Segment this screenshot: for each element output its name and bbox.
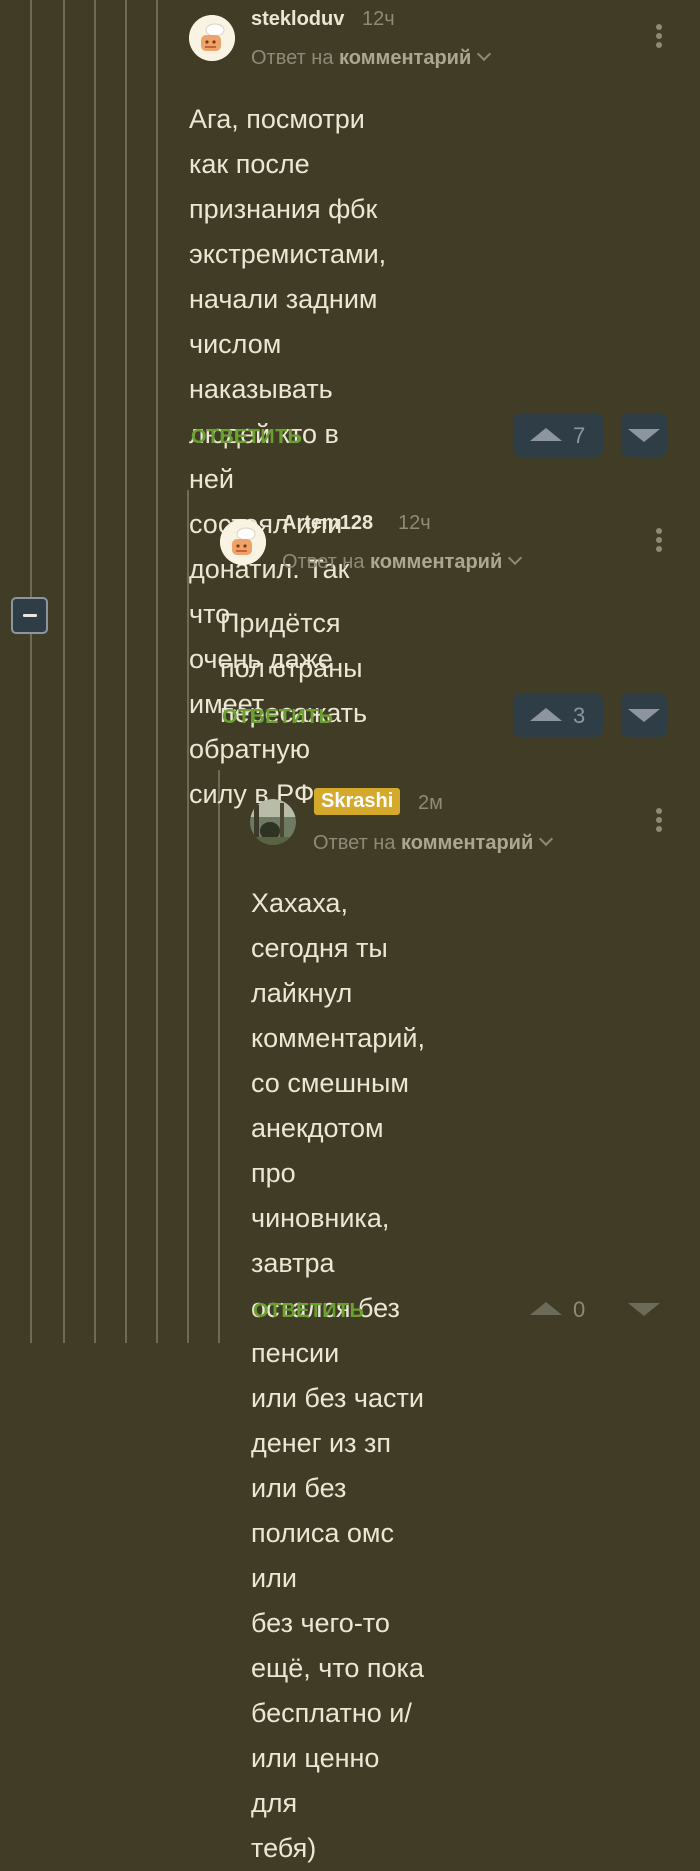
arrow-up-icon <box>530 1302 562 1315</box>
reply-button[interactable]: ОТВЕТИТЬ <box>253 1300 364 1323</box>
more-options-icon[interactable] <box>654 528 664 555</box>
chevron-down-icon[interactable] <box>539 831 554 847</box>
username[interactable]: Skrashi <box>314 788 401 815</box>
comment-text: Хахаха, сегодня ты лайкнул комментарий, … <box>251 888 425 1863</box>
reply-button[interactable]: ОТВЕТИТЬ <box>222 706 333 729</box>
reply-to-target[interactable]: комментарий <box>401 832 533 854</box>
downvote-button[interactable] <box>621 413 667 457</box>
thread-line <box>30 0 32 1343</box>
username[interactable]: Artem128 <box>282 512 373 535</box>
thread-line <box>218 770 220 1343</box>
forest-photo-avatar-icon[interactable] <box>250 799 296 845</box>
thread-line <box>63 0 65 1343</box>
more-options-icon[interactable] <box>654 24 664 51</box>
minus-icon <box>23 614 37 617</box>
downvote-button[interactable] <box>621 1287 667 1331</box>
comment-time: 12ч <box>362 8 395 30</box>
reply-button[interactable]: ОТВЕТИТЬ <box>191 426 302 449</box>
downvote-button[interactable] <box>621 693 667 737</box>
arrow-down-icon <box>628 1303 660 1316</box>
arrow-up-icon <box>530 708 562 721</box>
reply-to-link[interactable]: Ответ на комментарий <box>313 831 554 855</box>
chevron-down-icon[interactable] <box>508 550 523 566</box>
reply-to-prefix: Ответ на <box>251 47 334 69</box>
comment-time: 12ч <box>398 512 431 534</box>
chevron-down-icon[interactable] <box>477 46 492 62</box>
thread-line <box>94 0 96 1343</box>
arrow-down-icon <box>628 429 660 442</box>
arrow-down-icon <box>628 709 660 722</box>
thread-line <box>125 0 127 1343</box>
upvote-button[interactable]: 3 <box>513 693 603 737</box>
reply-to-link[interactable]: Ответ на комментарий <box>282 550 523 574</box>
collapse-thread-button[interactable] <box>11 597 48 634</box>
reply-to-prefix: Ответ на <box>282 551 365 573</box>
cartoon-chef-avatar-icon[interactable] <box>189 15 235 61</box>
vote-count: 0 <box>573 1297 586 1322</box>
reply-to-prefix: Ответ на <box>313 832 396 854</box>
thread-line <box>156 0 158 1343</box>
upvote-button[interactable]: 0 <box>513 1287 603 1331</box>
reply-to-target[interactable]: комментарий <box>339 47 471 69</box>
comment-time: 2м <box>418 792 443 814</box>
vote-count: 3 <box>573 703 586 728</box>
reply-to-target[interactable]: комментарий <box>370 551 502 573</box>
upvote-button[interactable]: 7 <box>513 413 603 457</box>
reply-to-link[interactable]: Ответ на комментарий <box>251 46 492 70</box>
vote-count: 7 <box>573 423 586 448</box>
username[interactable]: stekloduv <box>251 8 344 31</box>
cartoon-chef-avatar-icon[interactable] <box>220 519 266 565</box>
more-options-icon[interactable] <box>654 808 664 835</box>
arrow-up-icon <box>530 428 562 441</box>
